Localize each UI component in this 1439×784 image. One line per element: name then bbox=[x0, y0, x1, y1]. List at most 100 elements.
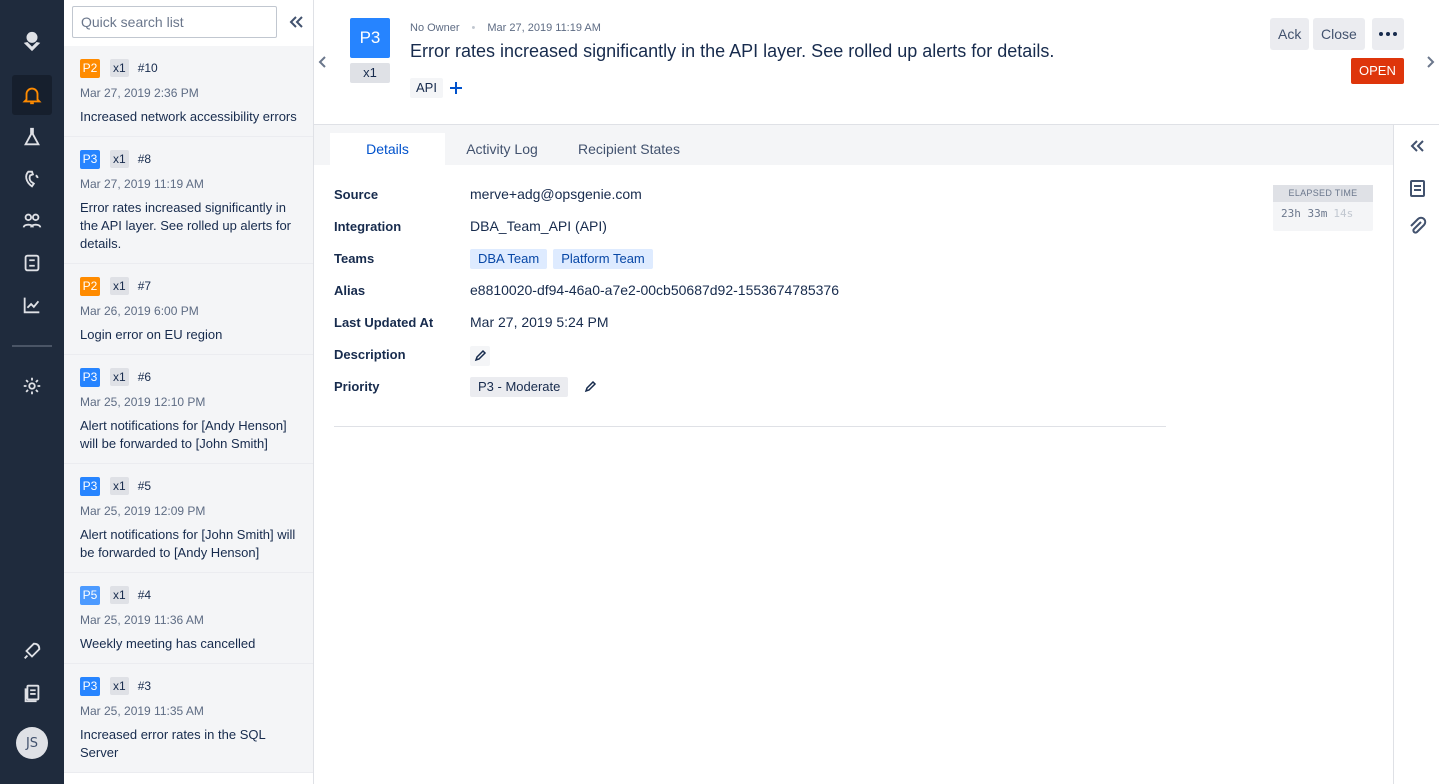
global-nav: JS bbox=[0, 0, 64, 784]
alert-list: P2 x1 #10 Mar 27, 2019 2:36 PM Increased… bbox=[64, 46, 313, 773]
priority-badge: P3 bbox=[80, 476, 100, 496]
alert-date: Mar 27, 2019 11:19 AM bbox=[487, 22, 601, 34]
teams-value: DBA Team Platform Team bbox=[470, 249, 659, 269]
nav-divider bbox=[12, 345, 52, 347]
detail-row-source: Source merve+adg@opsgenie.com bbox=[334, 186, 1164, 219]
previous-alert-icon[interactable] bbox=[316, 54, 330, 70]
detail-row-updated: Last Updated At Mar 27, 2019 5:24 PM bbox=[334, 314, 1164, 347]
alert-list-panel: P2 x1 #10 Mar 27, 2019 2:36 PM Increased… bbox=[64, 0, 314, 784]
tab-recipient-states[interactable]: Recipient States bbox=[564, 133, 694, 165]
detail-row-alias: Alias e8810020-df94-46a0-a7e2-00cb50687d… bbox=[334, 282, 1164, 315]
alert-meta: No Owner • Mar 27, 2019 11:19 AM bbox=[410, 22, 601, 34]
elapsed-seconds: 14s bbox=[1333, 207, 1354, 220]
detail-label: Integration bbox=[334, 219, 402, 234]
bell-icon[interactable] bbox=[12, 75, 52, 115]
search-input[interactable] bbox=[73, 7, 276, 37]
separator-dot: • bbox=[471, 22, 476, 34]
alert-message: Alert notifications for [John Smith] wil… bbox=[80, 527, 296, 560]
people-icon[interactable] bbox=[12, 201, 52, 241]
tab-bar: Details Activity Log Recipient States bbox=[314, 125, 1393, 165]
status-badge: OPEN bbox=[1351, 58, 1404, 84]
phone-icon[interactable] bbox=[12, 159, 52, 199]
alert-date: Mar 26, 2019 6:00 PM bbox=[80, 304, 199, 318]
collapse-list-icon[interactable] bbox=[286, 12, 306, 32]
next-alert-icon[interactable] bbox=[1423, 54, 1437, 70]
ack-button[interactable]: Ack bbox=[1270, 18, 1310, 50]
search-box bbox=[72, 6, 277, 38]
add-tag-icon[interactable] bbox=[447, 78, 465, 98]
tab-activity-log[interactable]: Activity Log bbox=[450, 133, 554, 165]
list-item[interactable]: P3 x1 #5 Mar 25, 2019 12:09 PM Alert not… bbox=[64, 464, 313, 573]
list-item[interactable]: P2 x1 #10 Mar 27, 2019 2:36 PM Increased… bbox=[64, 46, 313, 137]
source-value: merve+adg@opsgenie.com bbox=[470, 186, 642, 202]
alert-date: Mar 25, 2019 11:36 AM bbox=[80, 613, 204, 627]
notes-icon[interactable] bbox=[1406, 178, 1428, 200]
alert-message: Error rates increased significantly in t… bbox=[80, 200, 292, 251]
service-icon[interactable] bbox=[12, 243, 52, 283]
alert-date: Mar 27, 2019 2:36 PM bbox=[80, 86, 199, 100]
count-badge: x1 bbox=[110, 277, 129, 295]
detail-row-integration: Integration DBA_Team_API (API) bbox=[334, 218, 1164, 251]
priority-badge: P3 bbox=[80, 367, 100, 387]
expand-panel-icon[interactable] bbox=[1406, 135, 1428, 157]
list-item[interactable]: P3 x1 #6 Mar 25, 2019 12:10 PM Alert not… bbox=[64, 355, 313, 464]
count-badge: x1 bbox=[110, 150, 129, 168]
edit-description-icon[interactable] bbox=[470, 346, 490, 366]
more-actions-button[interactable] bbox=[1372, 18, 1404, 50]
count-badge: x1 bbox=[110, 477, 129, 495]
alert-date: Mar 25, 2019 11:35 AM bbox=[80, 704, 204, 718]
priority-badge: P3 bbox=[350, 18, 390, 58]
alert-date: Mar 25, 2019 12:09 PM bbox=[80, 504, 206, 518]
elapsed-time-value: 23h 33m 14s bbox=[1273, 202, 1373, 220]
right-rail bbox=[1393, 124, 1439, 784]
priority-value: P3 - Moderate bbox=[470, 377, 600, 397]
list-item[interactable]: P3 x1 #8 Mar 27, 2019 11:19 AM Error rat… bbox=[64, 137, 313, 264]
tab-details[interactable]: Details bbox=[330, 133, 445, 165]
elapsed-time-box: ELAPSED TIME 23h 33m 14s bbox=[1273, 185, 1373, 231]
priority-badge: P5 bbox=[80, 585, 100, 605]
detail-label: Source bbox=[334, 187, 379, 202]
count-badge: x1 bbox=[350, 63, 390, 83]
flask-icon[interactable] bbox=[12, 117, 52, 157]
alert-number: #7 bbox=[137, 279, 152, 293]
integration-link[interactable]: DBA_Team_API (API) bbox=[470, 218, 607, 234]
alert-message: Login error on EU region bbox=[80, 327, 223, 342]
alert-date: Mar 25, 2019 12:10 PM bbox=[80, 395, 206, 409]
detail-label: Last Updated At bbox=[334, 315, 434, 330]
elapsed-time-label: ELAPSED TIME bbox=[1273, 185, 1373, 202]
detail-label: Description bbox=[334, 347, 406, 362]
paperclip-icon[interactable] bbox=[1406, 215, 1428, 237]
tag-chip[interactable]: API bbox=[410, 78, 443, 98]
description-value bbox=[470, 346, 490, 366]
count-badge: x1 bbox=[110, 586, 129, 604]
rocket-icon[interactable] bbox=[12, 631, 52, 671]
chart-icon[interactable] bbox=[12, 285, 52, 325]
detail-row-teams: Teams DBA Team Platform Team bbox=[334, 249, 1164, 283]
alert-message: Alert notifications for [Andy Henson] wi… bbox=[80, 418, 287, 451]
priority-badge: P2 bbox=[80, 276, 100, 296]
alert-date: Mar 27, 2019 11:19 AM bbox=[80, 177, 204, 191]
edit-priority-icon[interactable] bbox=[580, 377, 600, 397]
alert-number: #4 bbox=[137, 588, 152, 602]
opsgenie-logo-icon[interactable] bbox=[12, 22, 52, 62]
gear-icon[interactable] bbox=[12, 366, 52, 406]
alert-number: #5 bbox=[137, 479, 152, 493]
updated-value: Mar 27, 2019 5:24 PM bbox=[470, 314, 609, 330]
alert-number: #6 bbox=[137, 370, 152, 384]
alert-message: Weekly meeting has cancelled bbox=[80, 636, 256, 651]
list-item[interactable]: P3 x1 #3 Mar 25, 2019 11:35 AM Increased… bbox=[64, 664, 313, 773]
alert-message: Increased network accessibility errors bbox=[80, 109, 297, 124]
priority-badge: P3 bbox=[80, 676, 100, 696]
avatar[interactable]: JS bbox=[16, 727, 48, 759]
book-icon[interactable] bbox=[12, 673, 52, 713]
owner-label[interactable]: No Owner bbox=[410, 22, 460, 34]
team-tag[interactable]: Platform Team bbox=[553, 249, 653, 269]
team-tag[interactable]: DBA Team bbox=[470, 249, 548, 269]
list-item[interactable]: P5 x1 #4 Mar 25, 2019 11:36 AM Weekly me… bbox=[64, 573, 313, 664]
close-button[interactable]: Close bbox=[1313, 18, 1365, 50]
alert-detail-content: Details Activity Log Recipient States So… bbox=[314, 124, 1393, 784]
alert-number: #10 bbox=[137, 61, 158, 75]
detail-label: Priority bbox=[334, 379, 380, 394]
elapsed-hours-minutes: 23h 33m bbox=[1281, 207, 1328, 220]
list-item[interactable]: P2 x1 #7 Mar 26, 2019 6:00 PM Login erro… bbox=[64, 264, 313, 355]
